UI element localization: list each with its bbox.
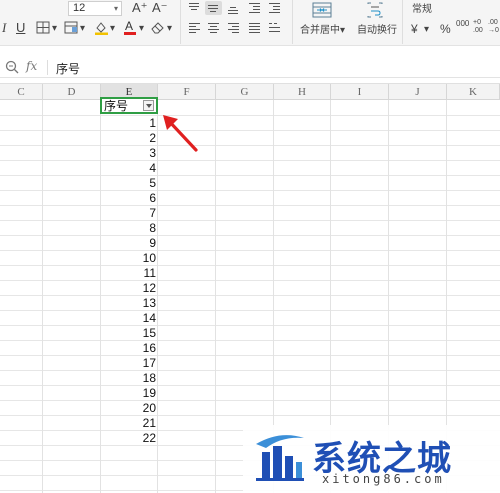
chevron-down-icon[interactable]: ▾	[167, 21, 172, 37]
shrink-font-button[interactable]: A⁻	[152, 0, 168, 16]
increase-indent-button[interactable]	[266, 1, 283, 15]
merge-center-icon[interactable]	[312, 2, 332, 22]
column-header-f[interactable]: F	[158, 84, 216, 100]
underline-button[interactable]: U	[16, 20, 25, 36]
header-cell-text: 序号	[104, 99, 129, 113]
cell-value[interactable]: 16	[101, 341, 156, 356]
cell-value[interactable]: 14	[101, 311, 156, 326]
thousands-separator-button[interactable]: 000	[456, 19, 469, 28]
column-header-h[interactable]: H	[274, 84, 331, 100]
column-header-j[interactable]: J	[389, 84, 447, 100]
cell-value[interactable]: 12	[101, 281, 156, 296]
column-header-d[interactable]: D	[43, 84, 101, 100]
cell-value[interactable]: 11	[101, 266, 156, 281]
cell-value[interactable]: 4	[101, 161, 156, 176]
column-header-row: C D E F G H I J K	[0, 83, 500, 100]
wrap-text-icon[interactable]	[366, 2, 384, 22]
align-right-button[interactable]	[225, 21, 242, 35]
align-bottom-button[interactable]	[225, 1, 242, 15]
font-color-icon[interactable]: A	[123, 19, 137, 39]
chevron-down-icon: ▾	[113, 4, 118, 13]
percent-button[interactable]: %	[440, 21, 451, 37]
cell-value[interactable]: 20	[101, 401, 156, 416]
cell-value[interactable]: 1	[101, 116, 156, 131]
svg-text:A: A	[125, 19, 133, 33]
chevron-down-icon[interactable]: ▾	[52, 21, 57, 37]
ribbon-divider	[292, 0, 293, 44]
align-middle-button[interactable]	[205, 1, 222, 15]
cell-value[interactable]: 5	[101, 176, 156, 191]
cell-value[interactable]: 8	[101, 221, 156, 236]
currency-button[interactable]: ¥	[411, 21, 418, 37]
city-logo-icon	[256, 435, 304, 481]
cell-value[interactable]: 22	[101, 431, 156, 446]
column-header-g[interactable]: G	[216, 84, 274, 100]
increase-decimal-button[interactable]: +0 .00	[473, 19, 487, 35]
watermark-url: xitong86.com	[322, 472, 445, 486]
red-arrow-icon	[163, 115, 198, 152]
zoom-search-icon[interactable]	[5, 60, 19, 77]
merge-center-button[interactable]: 合并居中▾	[300, 23, 345, 39]
cell-value[interactable]: 18	[101, 371, 156, 386]
borders-icon[interactable]	[36, 21, 50, 38]
formula-divider	[47, 60, 48, 75]
chevron-down-icon[interactable]: ▾	[110, 21, 115, 37]
cell-value[interactable]: 21	[101, 416, 156, 431]
grow-font-button[interactable]: A⁺	[132, 0, 148, 16]
merge-center-label: 合并居中	[300, 25, 340, 36]
column-header-c[interactable]: C	[0, 84, 43, 100]
cell-style-icon[interactable]	[64, 21, 78, 38]
chevron-down-icon[interactable]: ▾	[80, 21, 85, 37]
ribbon-divider	[180, 0, 181, 44]
formula-input[interactable]: 序号	[56, 60, 80, 77]
cell-value[interactable]: 13	[101, 296, 156, 311]
decrease-indent-button[interactable]	[246, 1, 263, 15]
ribbon-toolbar: 12 ▾ A⁺ A⁻ I U ▾ ▾ ▾ A ▾ ▾ 合并居中▾ 自动换行 常规…	[0, 0, 500, 46]
align-center-button[interactable]	[205, 21, 222, 35]
filter-dropdown-button[interactable]	[143, 100, 154, 111]
chevron-down-icon[interactable]: ▾	[139, 21, 144, 37]
cell-value[interactable]: 3	[101, 146, 156, 161]
gridline	[215, 100, 216, 493]
column-header-k[interactable]: K	[447, 84, 500, 100]
chevron-down-icon: ▾	[340, 25, 346, 36]
ribbon-divider	[402, 0, 403, 44]
gridline	[42, 100, 43, 493]
decrease-decimal-button[interactable]: .00 →0	[488, 19, 500, 35]
cell-value[interactable]: 17	[101, 356, 156, 371]
gridline	[157, 100, 158, 493]
number-format-select[interactable]: 常规	[412, 2, 432, 18]
align-left-button[interactable]	[186, 21, 203, 35]
clear-format-icon[interactable]	[150, 20, 165, 38]
fx-icon[interactable]: fx	[26, 59, 37, 73]
cell-value[interactable]: 6	[101, 191, 156, 206]
font-size-select[interactable]: 12 ▾	[68, 1, 122, 16]
align-top-button[interactable]	[186, 1, 203, 15]
distributed-align-button[interactable]	[266, 21, 283, 35]
justify-button[interactable]	[246, 21, 263, 35]
column-header-i[interactable]: I	[331, 84, 389, 100]
cell-value[interactable]: 10	[101, 251, 156, 266]
cell-value[interactable]: 9	[101, 236, 156, 251]
cell-value[interactable]: 2	[101, 131, 156, 146]
italic-button[interactable]: I	[2, 20, 6, 36]
font-size-value: 12	[73, 2, 86, 14]
cell-value[interactable]: 15	[101, 326, 156, 341]
cell-value[interactable]: 7	[101, 206, 156, 221]
wrap-text-button[interactable]: 自动换行	[357, 23, 397, 39]
cell-value[interactable]: 19	[101, 386, 156, 401]
selected-cell-e1[interactable]: 序号	[100, 97, 158, 114]
fill-color-icon[interactable]	[94, 20, 109, 39]
chevron-down-icon[interactable]: ▾	[424, 22, 429, 38]
